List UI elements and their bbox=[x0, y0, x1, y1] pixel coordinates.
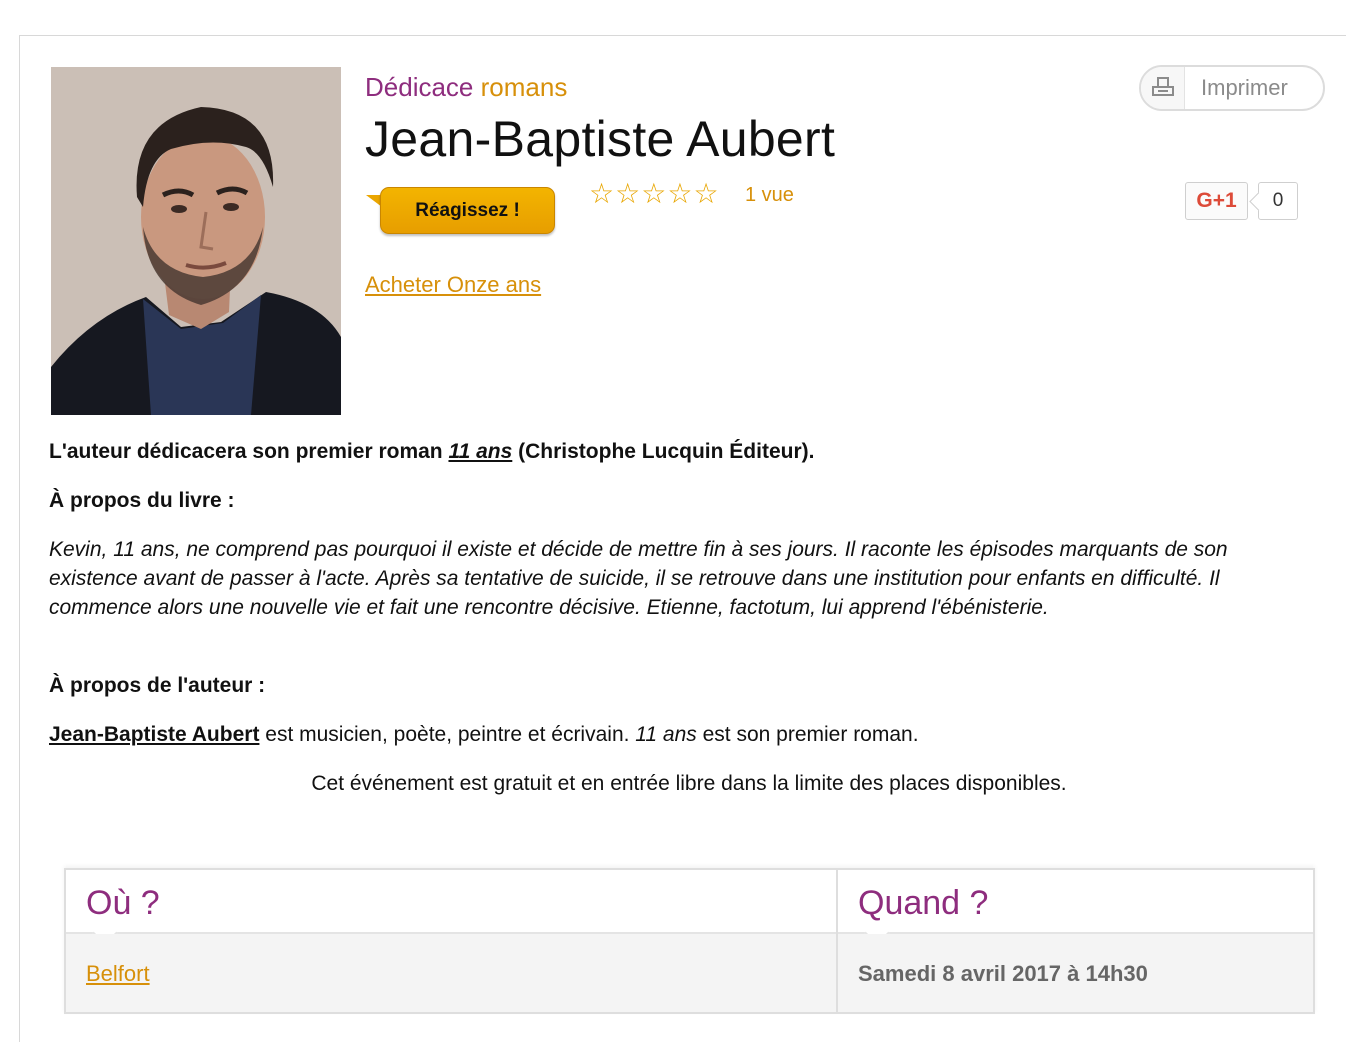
when-column: Quand ? Samedi 8 avril 2017 à 14h30 bbox=[838, 870, 1313, 1012]
page-title: Jean-Baptiste Aubert bbox=[365, 111, 836, 167]
where-header: Où ? bbox=[66, 870, 836, 946]
star-icon[interactable]: ☆ bbox=[589, 180, 614, 208]
intro-book-link[interactable]: 11 ans bbox=[448, 440, 512, 463]
when-body: Samedi 8 avril 2017 à 14h30 bbox=[838, 934, 1313, 1012]
category-genre[interactable]: romans bbox=[481, 72, 568, 102]
gplus-count-value: 0 bbox=[1272, 190, 1284, 211]
buy-book-link[interactable]: Acheter Onze ans bbox=[365, 272, 541, 298]
when-heading: Quand ? bbox=[858, 884, 989, 922]
location-link[interactable]: Belfort bbox=[86, 961, 150, 987]
print-label: Imprimer bbox=[1201, 75, 1288, 100]
printer-icon bbox=[1141, 67, 1185, 109]
event-datetime: Samedi 8 avril 2017 à 14h30 bbox=[858, 961, 1148, 986]
event-info-table: Où ? Belfort Quand ? Samedi 8 avril 2017… bbox=[64, 868, 1315, 1014]
author-link[interactable]: Jean-Baptiste Aubert bbox=[49, 723, 259, 746]
about-book-heading: À propos du livre : bbox=[49, 489, 235, 512]
bio-suffix: est son premier roman. bbox=[696, 723, 919, 746]
star-icon[interactable]: ☆ bbox=[641, 180, 666, 208]
about-author-heading: À propos de l'auteur : bbox=[49, 674, 266, 697]
where-body: Belfort bbox=[66, 934, 836, 1012]
intro-paragraph: L'auteur dédicacera son premier roman 11… bbox=[49, 437, 1319, 466]
gplus-count: 0 bbox=[1258, 182, 1298, 220]
where-heading: Où ? bbox=[86, 884, 160, 922]
when-header: Quand ? bbox=[838, 870, 1313, 946]
star-icon[interactable]: ☆ bbox=[693, 180, 718, 208]
rating-stars[interactable]: ☆ ☆ ☆ ☆ ☆ bbox=[589, 180, 719, 208]
author-bio: Jean-Baptiste Aubert est musicien, poète… bbox=[49, 720, 1319, 749]
bio-middle: est musicien, poète, peintre et écrivain… bbox=[259, 723, 636, 746]
where-column: Où ? Belfort bbox=[66, 870, 838, 1012]
author-photo bbox=[51, 67, 341, 415]
intro-suffix: (Christophe Lucquin Éditeur). bbox=[512, 440, 815, 463]
bio-book-title: 11 ans bbox=[635, 723, 697, 746]
category-type: Dédicace bbox=[365, 72, 474, 102]
event-category: Dédicace romans bbox=[365, 72, 567, 103]
free-entry-notice: Cet événement est gratuit et en entrée l… bbox=[311, 772, 1067, 795]
react-button[interactable]: Réagissez ! bbox=[380, 187, 555, 234]
star-icon[interactable]: ☆ bbox=[667, 180, 692, 208]
synopsis-paragraph: Kevin, 11 ans, ne comprend pas pourquoi … bbox=[49, 538, 1228, 619]
view-count: 1 vue bbox=[745, 184, 794, 206]
print-button[interactable]: Imprimer bbox=[1139, 65, 1325, 111]
intro-prefix: L'auteur dédicacera son premier roman bbox=[49, 440, 449, 463]
gplus-button[interactable]: G+1 bbox=[1185, 182, 1248, 220]
star-icon[interactable]: ☆ bbox=[615, 180, 640, 208]
